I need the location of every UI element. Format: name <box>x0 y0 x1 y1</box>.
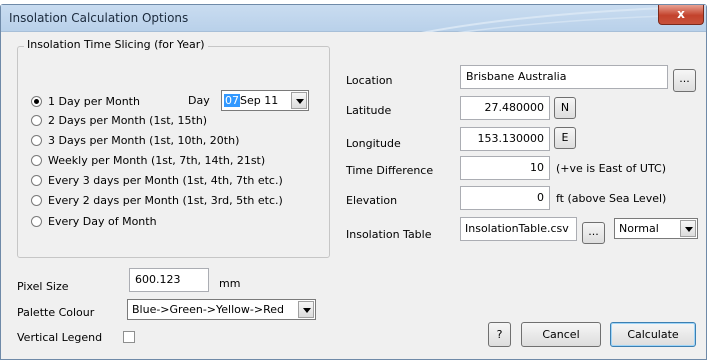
location-browse-button[interactable]: ... <box>673 69 696 92</box>
radio-unchecked-icon[interactable] <box>31 115 42 126</box>
day-date-picker-selected[interactable]: 07 <box>224 94 240 107</box>
time-slicing-group-title: Insolation Time Slicing (for Year) <box>24 38 208 51</box>
window-title: Insolation Calculation Options <box>9 11 189 25</box>
time-difference-field[interactable]: 10 <box>460 156 550 180</box>
insolation-table-mode-value: Normal <box>619 222 659 235</box>
palette-colour-value: Blue->Green->Yellow->Red <box>132 303 284 316</box>
dialog-window: Insolation Calculation Options x Insolat… <box>0 4 707 360</box>
radio-1-day-per-month[interactable]: 1 Day per Month <box>31 94 140 110</box>
location-field[interactable]: Brisbane Australia <box>460 65 668 89</box>
title-bar-decoration <box>410 6 697 35</box>
dialog-client-area: Insolation Time Slicing (for Year) 1 Day… <box>1 32 706 359</box>
elevation-label: Elevation <box>346 194 398 207</box>
day-label: Day <box>188 94 210 107</box>
latitude-field[interactable]: 27.480000 <box>460 96 550 120</box>
title-bar: Insolation Calculation Options x <box>1 5 706 35</box>
longitude-field[interactable]: 153.130000 <box>460 127 550 151</box>
insolation-table-field[interactable]: InsolationTable.csv <box>460 217 577 241</box>
insolation-table-browse-button[interactable]: ... <box>582 222 605 244</box>
calculate-button[interactable]: Calculate <box>610 322 696 347</box>
close-icon: x <box>677 7 685 21</box>
latitude-direction-button[interactable]: N <box>554 97 576 119</box>
latitude-label: Latitude <box>346 104 392 117</box>
pixel-size-label: Pixel Size <box>17 280 69 293</box>
insolation-table-mode-select[interactable]: Normal <box>614 218 698 239</box>
palette-colour-label: Palette Colour <box>17 306 95 319</box>
pixel-size-unit: mm <box>219 277 241 290</box>
radio-unchecked-icon[interactable] <box>31 175 42 186</box>
day-date-picker[interactable]: 07 Sep 11 <box>221 90 309 111</box>
radio-unchecked-icon[interactable] <box>31 155 42 166</box>
palette-colour-select[interactable]: Blue->Green->Yellow->Red <box>127 299 316 320</box>
elevation-field[interactable]: 0 <box>460 186 550 210</box>
radio-unchecked-icon[interactable] <box>31 195 42 206</box>
radio-unchecked-icon[interactable] <box>31 216 42 227</box>
radio-every-3-days[interactable]: Every 3 days per Month (1st, 4th, 7th et… <box>31 173 283 189</box>
radio-unchecked-icon[interactable] <box>31 135 42 146</box>
radio-weekly-per-month[interactable]: Weekly per Month (1st, 7th, 14th, 21st) <box>31 153 265 169</box>
radio-label: 3 Days per Month (1st, 10th, 20th) <box>48 134 240 147</box>
cancel-button[interactable]: Cancel <box>521 322 601 347</box>
insolation-table-label: Insolation Table <box>346 228 432 241</box>
radio-label: Every 3 days per Month (1st, 4th, 7th et… <box>48 174 283 187</box>
vertical-legend-checkbox[interactable] <box>123 331 135 343</box>
day-date-picker-text: Sep 11 <box>240 94 279 107</box>
help-button[interactable]: ? <box>488 322 511 347</box>
radio-3-days-per-month[interactable]: 3 Days per Month (1st, 10th, 20th) <box>31 133 239 149</box>
elevation-note: ft (above Sea Level) <box>556 192 667 205</box>
radio-label: 2 Days per Month (1st, 15th) <box>48 114 208 127</box>
longitude-label: Longitude <box>346 137 401 150</box>
radio-label: 1 Day per Month <box>48 95 140 108</box>
chevron-down-icon[interactable] <box>680 220 696 237</box>
vertical-legend-label: Vertical Legend <box>17 331 103 344</box>
location-label: Location <box>346 74 393 87</box>
pixel-size-field[interactable]: 600.123 <box>129 268 209 292</box>
radio-every-day[interactable]: Every Day of Month <box>31 214 157 230</box>
radio-label: Every 2 days per Month (1st, 3rd, 5th et… <box>48 194 283 207</box>
radio-2-days-per-month[interactable]: 2 Days per Month (1st, 15th) <box>31 113 207 129</box>
radio-label: Weekly per Month (1st, 7th, 14th, 21st) <box>48 154 266 167</box>
close-button[interactable]: x <box>658 5 704 25</box>
chevron-down-icon[interactable] <box>291 92 307 109</box>
radio-checked-icon[interactable] <box>31 96 42 107</box>
time-difference-label: Time Difference <box>346 164 434 177</box>
chevron-down-icon[interactable] <box>298 301 314 318</box>
time-difference-note: (+ve is East of UTC) <box>556 162 666 175</box>
radio-every-2-days[interactable]: Every 2 days per Month (1st, 3rd, 5th et… <box>31 193 283 209</box>
longitude-direction-button[interactable]: E <box>554 127 576 149</box>
radio-label: Every Day of Month <box>48 215 157 228</box>
